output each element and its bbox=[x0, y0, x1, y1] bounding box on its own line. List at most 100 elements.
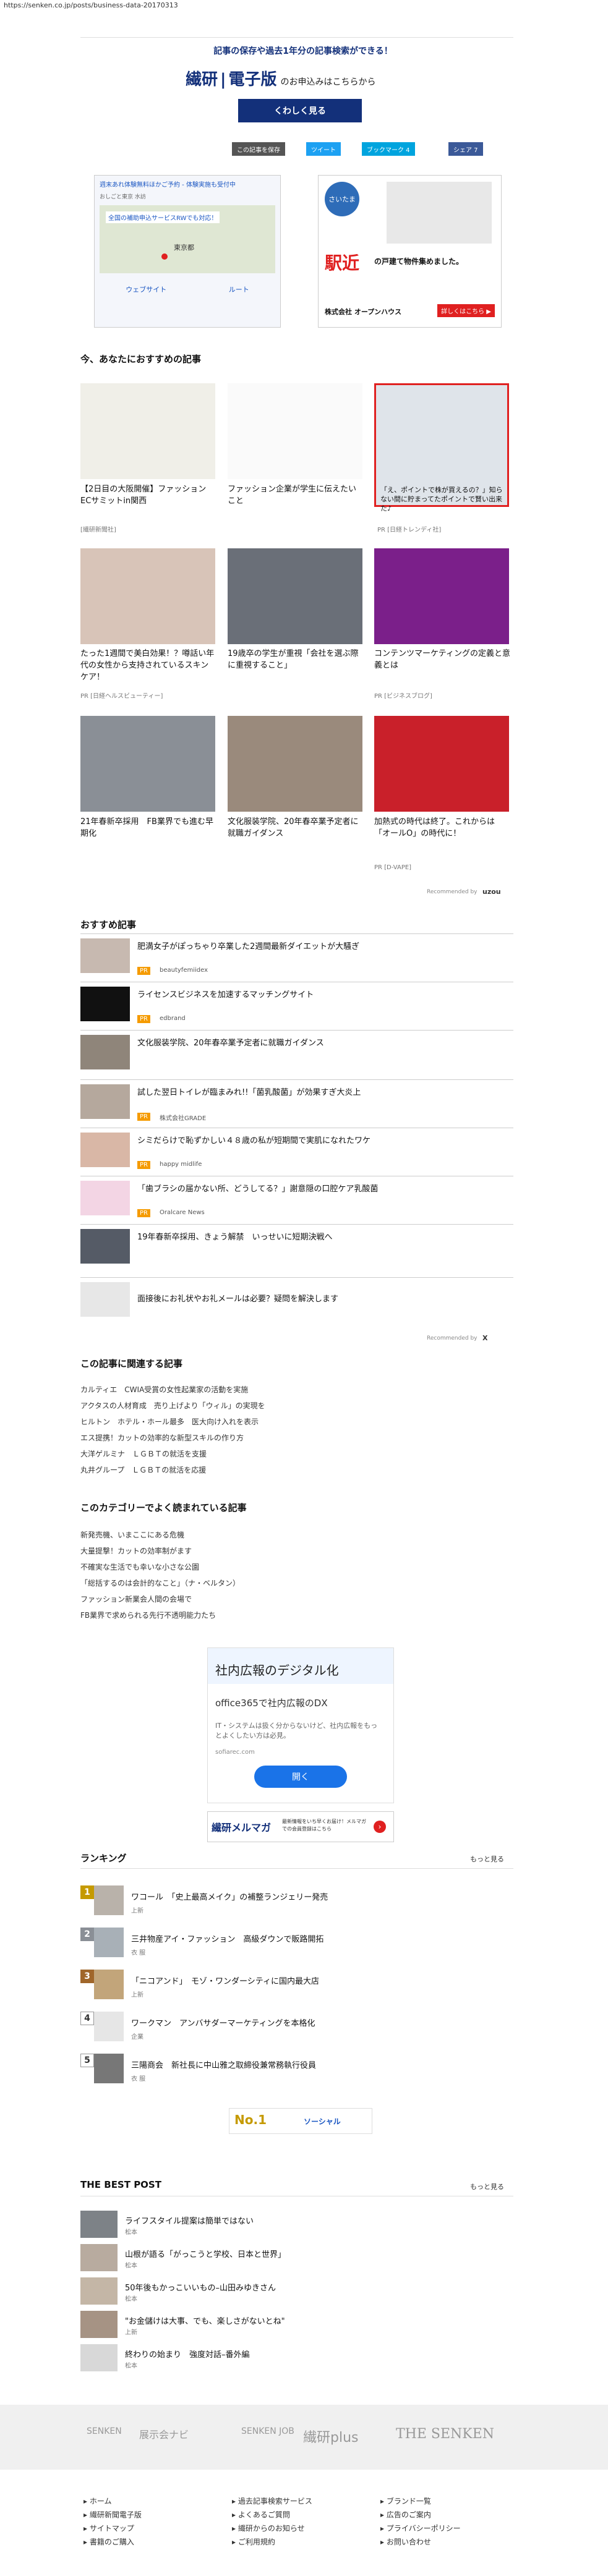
article-thumb[interactable] bbox=[80, 1133, 130, 1167]
card-image[interactable] bbox=[228, 548, 362, 644]
rank-thumb[interactable] bbox=[94, 1885, 124, 1915]
post-title[interactable]: "お金儲けは大事、でも、楽しさがないとね" bbox=[125, 2315, 285, 2326]
article-title[interactable]: シミだらけで恥ずかしい４８歳の私が短期間で実肌になれたワケ bbox=[137, 1134, 370, 1146]
ranking-more-link[interactable]: もっと見る bbox=[470, 1854, 504, 1864]
footer-logo-job[interactable]: SENKEN JOB bbox=[241, 2426, 294, 2436]
save-article-button[interactable]: この記事を保存 bbox=[232, 142, 285, 156]
footer-link[interactable]: ▸ 書籍のご購入 bbox=[83, 2535, 207, 2549]
article-thumb[interactable] bbox=[80, 1282, 130, 1317]
card-title[interactable]: 加熱式の時代は終了。これからは「オールO」の時代に！ bbox=[374, 816, 510, 840]
post-thumb[interactable] bbox=[80, 2344, 118, 2371]
article-thumb[interactable] bbox=[80, 938, 130, 973]
mail-magazine-banner[interactable]: 繊研メルマガ 最新情報をいち早くお届け！メルマガでの会員登録はこちら › bbox=[207, 1811, 394, 1842]
footer-link[interactable]: ▸ お問い合わせ bbox=[380, 2535, 516, 2549]
card-image[interactable] bbox=[228, 716, 362, 812]
display-ad[interactable]: 社内広報のデジタル化 office365で社内広報のDX IT・システムは扱く分… bbox=[207, 1647, 394, 1803]
ad-open-button[interactable]: 開く bbox=[254, 1766, 347, 1788]
ad-route-button[interactable]: ルート bbox=[229, 284, 249, 294]
rank-thumb[interactable] bbox=[94, 2012, 124, 2041]
article-title[interactable]: 面接後にお礼状やお礼メールは必要？疑問を解決します bbox=[137, 1292, 338, 1304]
card-title[interactable]: 「え、ポイントで株が買えるの？」知らない間に貯まってたポイントで賢い出来た♪ bbox=[380, 485, 504, 513]
rank-title[interactable]: 三井物産アイ・ファッション 高級ダウンで販路開拓 bbox=[131, 1932, 323, 1944]
related-link[interactable]: アクタスの人材育成 売り上げより「ウィル」の実現を bbox=[80, 1398, 513, 1414]
article-thumb[interactable] bbox=[80, 1229, 130, 1264]
rank-thumb[interactable] bbox=[94, 1970, 124, 1999]
footer-link[interactable]: ▸ 繊研新聞電子版 bbox=[83, 2508, 207, 2522]
rank-title[interactable]: 「ニコアンド」 モゾ・ワンダーシティに国内最大店 bbox=[131, 1975, 319, 1986]
card-title[interactable]: コンテンツマーケティングの定義と意義とは bbox=[374, 648, 510, 671]
article-thumb[interactable] bbox=[80, 1084, 130, 1119]
post-title[interactable]: 山根が語る「がっこうと学校、日本と世界」 bbox=[125, 2248, 286, 2259]
card-image[interactable] bbox=[80, 716, 215, 812]
card-title[interactable]: 19歳卒の学生が重視「会社を選ぶ際に重視すること」 bbox=[228, 648, 364, 671]
article-thumb[interactable] bbox=[80, 1181, 130, 1215]
card-image[interactable] bbox=[228, 383, 362, 479]
related-link[interactable]: 大洋ゲルミナ ＬＧＢＴの就活を支援 bbox=[80, 1446, 513, 1462]
page-url: https://senken.co.jp/posts/business-data… bbox=[4, 1, 178, 9]
article-title[interactable]: 肥満女子がぽっちゃり卒業した2週間最新ダイエットが大騒ぎ bbox=[137, 940, 359, 951]
rank-sub: 衣 服 bbox=[131, 1950, 146, 1957]
post-thumb[interactable] bbox=[80, 2244, 118, 2271]
article-thumb[interactable] bbox=[80, 987, 130, 1021]
post-thumb[interactable] bbox=[80, 2211, 118, 2238]
footer-link[interactable]: ▸ ホーム bbox=[83, 2494, 207, 2508]
post-thumb[interactable] bbox=[80, 2277, 118, 2305]
card-title[interactable]: たった1週間で美白効果！？噂話い年代の女性から支持されているスキンケア！ bbox=[80, 648, 216, 683]
bookmark-button[interactable]: ブックマーク 4 bbox=[362, 142, 415, 156]
footer-logo-the-senken[interactable]: THE SENKEN bbox=[396, 2426, 494, 2442]
ad-house-cta[interactable]: 詳しくはこちら ▶ bbox=[437, 304, 495, 317]
card-image[interactable] bbox=[80, 548, 215, 644]
house-ad[interactable]: さいたま 駅近 の戸建て物件集めました。 株式会社 オープンハウス 詳しくはこち… bbox=[318, 175, 502, 328]
card-title[interactable]: ファッション企業が学生に伝えたいこと bbox=[228, 483, 364, 507]
map-ad[interactable]: 週末あれ体験無料ほかご予約 - 体験実施も受付中 おしごと東京 水訪 全国の補助… bbox=[94, 175, 281, 328]
rank-thumb[interactable] bbox=[94, 2054, 124, 2083]
card-title[interactable]: 【2日目の大阪開催】ファッションECサミットin関西 bbox=[80, 483, 216, 507]
footer-link[interactable]: ▸ 過去記事検索サービス bbox=[232, 2494, 368, 2508]
category-link[interactable]: 不確実な生活でも幸いな小さな公園 bbox=[80, 1559, 513, 1575]
card-image[interactable] bbox=[80, 383, 215, 479]
card-image[interactable] bbox=[374, 548, 509, 644]
related-link[interactable]: カルティエ CWIA受賞の女性起業家の活動を実施 bbox=[80, 1382, 513, 1398]
category-link[interactable]: 大量提撃！カットの効率制がます bbox=[80, 1543, 513, 1559]
best-post-more-link[interactable]: もっと見る bbox=[470, 2182, 504, 2191]
related-link[interactable]: 丸井グループ ＬＧＢＴの就活を応援 bbox=[80, 1462, 513, 1478]
category-link[interactable]: 「総括するのは会計的なこと」（ナ・ベルタン） bbox=[80, 1575, 513, 1591]
post-title[interactable]: ライフスタイル提案は簡単ではない bbox=[125, 2214, 254, 2226]
rank-title[interactable]: ワークマン アンバサダーマーケティングを本格化 bbox=[131, 2017, 315, 2028]
tweet-button[interactable]: ツイート bbox=[306, 142, 341, 156]
footer-logo-senken[interactable]: SENKEN bbox=[87, 2426, 122, 2436]
related-link[interactable]: ヒルトン ホテル・ホール最多 医大向け入れを表示 bbox=[80, 1414, 513, 1430]
card-title[interactable]: 文化服装学院、20年春卒業予定者に就職ガイダンス bbox=[228, 816, 364, 840]
article-title[interactable]: 試した翌日トイレが臨まみれ!!「菌乳酸菌」が効果すぎ大炎上 bbox=[137, 1086, 361, 1097]
footer-logo-plus[interactable]: 繊研plus bbox=[303, 2426, 358, 2446]
footer-link[interactable]: ▸ ご利用規約 bbox=[232, 2535, 368, 2549]
article-title[interactable]: 文化服装学院、20年春卒業予定者に就職ガイダンス bbox=[137, 1036, 324, 1048]
related-link[interactable]: エス提携！カットの効率的な新型スキルの作り方 bbox=[80, 1430, 513, 1446]
card-title[interactable]: 21年春新卒採用 FB業界でも進む早期化 bbox=[80, 816, 216, 840]
rank-title[interactable]: 三陽商会 新社長に中山雅之取締役兼常務執行役員 bbox=[131, 2059, 316, 2070]
rank-thumb[interactable] bbox=[94, 1928, 124, 1957]
article-title[interactable]: ライセンスビジネスを加速するマッチングサイト bbox=[137, 988, 314, 1000]
category-link[interactable]: FB業界で求められる先行不透明能力たち bbox=[80, 1607, 513, 1623]
article-title[interactable]: 「歯ブラシの届かない所、どうしてる？」謝意隠の口腔ケア乳酸菌 bbox=[137, 1182, 378, 1194]
post-title[interactable]: 50年後もかっこいいもの–山田みゆきさん bbox=[125, 2281, 276, 2293]
footer-link[interactable]: ▸ よくあるご質問 bbox=[232, 2508, 368, 2522]
footer-logo-tenjikai[interactable]: 展示会ナビ bbox=[139, 2426, 189, 2441]
ranking-banner[interactable]: No.1 ソーシャル bbox=[229, 2108, 372, 2134]
card-image[interactable] bbox=[374, 716, 509, 812]
category-link[interactable]: 新発売機、いまここにある危機 bbox=[80, 1527, 513, 1543]
footer-link[interactable]: ▸ プライバシーポリシー bbox=[380, 2522, 516, 2535]
article-title[interactable]: 19年春新卒採用、きょう解禁 いっせいに短期決戦へ bbox=[137, 1230, 333, 1242]
ad-website-button[interactable]: ウェブサイト bbox=[126, 284, 166, 294]
facebook-share-button[interactable]: シェア 7 bbox=[448, 142, 483, 156]
article-thumb[interactable] bbox=[80, 1035, 130, 1069]
post-thumb[interactable] bbox=[80, 2311, 118, 2338]
rank-title[interactable]: ワコール 「史上最高メイク」の補整ランジェリー発売 bbox=[131, 1890, 328, 1902]
category-link[interactable]: ファッション新業会人間の会場で bbox=[80, 1591, 513, 1607]
footer-link[interactable]: ▸ サイトマップ bbox=[83, 2522, 207, 2535]
footer-link[interactable]: ▸ ブランド一覧 bbox=[380, 2494, 516, 2508]
promo-detail-button[interactable]: くわしく見る bbox=[238, 99, 362, 122]
post-title[interactable]: 終わりの始まり 強度対話–番外編 bbox=[125, 2348, 250, 2360]
footer-link[interactable]: ▸ 広告のご案内 bbox=[380, 2508, 516, 2522]
footer-link[interactable]: ▸ 繊研からのお知らせ bbox=[232, 2522, 368, 2535]
